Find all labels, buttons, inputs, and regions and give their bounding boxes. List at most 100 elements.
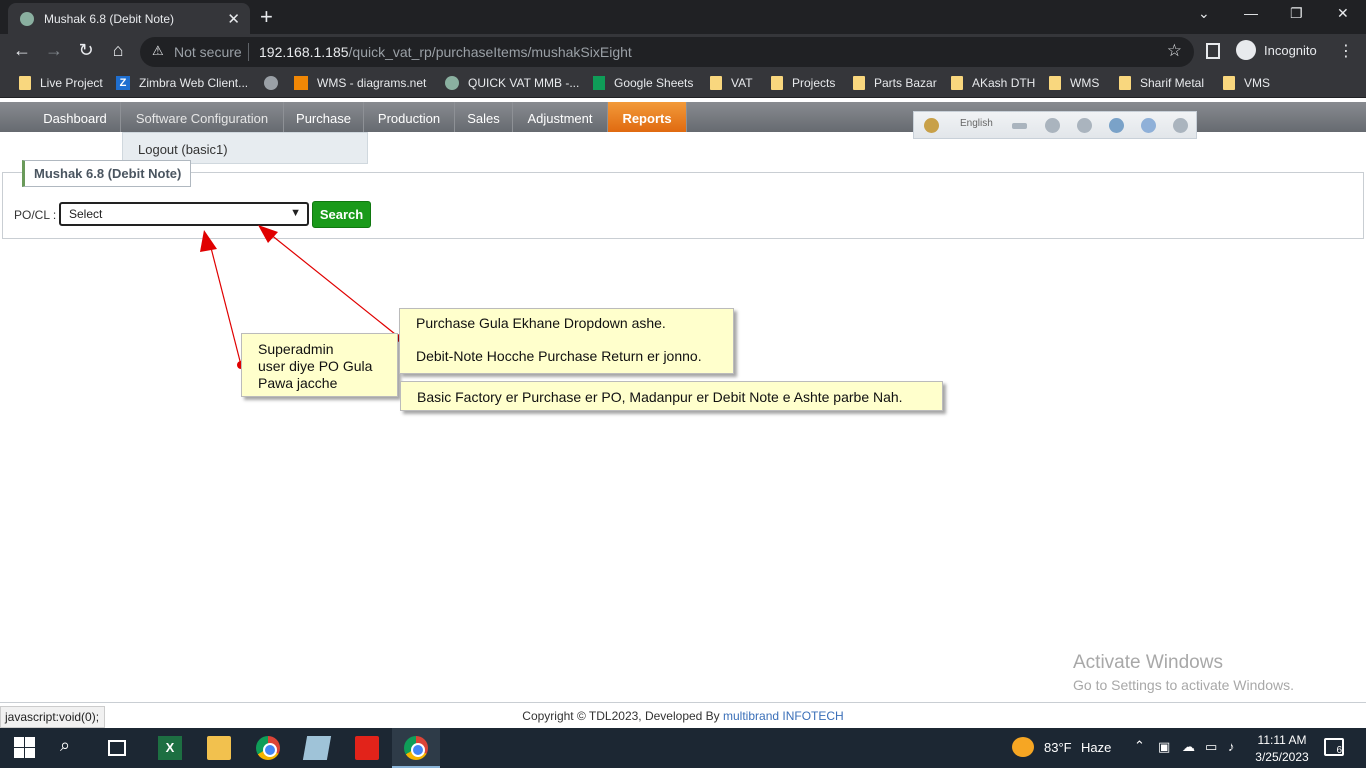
file-explorer-icon[interactable] <box>207 736 231 760</box>
chevron-down-icon[interactable]: ⌄ <box>1198 5 1210 22</box>
anydesk-icon[interactable] <box>355 736 379 760</box>
nav-purchase[interactable]: Purchase <box>284 102 364 132</box>
close-window-button[interactable]: ✕ <box>1337 5 1349 22</box>
page-footer: Copyright © TDL2023, Developed By multib… <box>0 702 1366 728</box>
user-icon[interactable] <box>1045 118 1060 133</box>
logo-icon[interactable] <box>924 118 939 133</box>
back-icon[interactable]: ← <box>10 40 34 61</box>
bookmark-vms[interactable]: VMS <box>1223 76 1270 90</box>
po-cl-select[interactable]: Select ▼ <box>59 202 309 226</box>
po-cl-label: PO/CL : <box>14 208 57 222</box>
onedrive-icon[interactable]: ☁ <box>1182 739 1195 755</box>
url-host: 192.168.1.185 <box>259 44 349 60</box>
bookmark-label: WMS <box>1070 76 1100 90</box>
bookmark-zimbra[interactable]: Z Zimbra Web Client... <box>116 76 248 90</box>
callout-line: Pawa jacche <box>258 375 338 391</box>
keyboard-icon[interactable] <box>1012 123 1027 129</box>
bookmark-label: Google Sheets <box>614 76 694 90</box>
nav-dashboard[interactable]: Dashboard <box>30 102 121 132</box>
folder-icon <box>771 76 783 90</box>
warning-icon[interactable]: ⚠ <box>152 43 164 59</box>
chrome-icon[interactable] <box>256 736 280 760</box>
bookmark-sharif-metal[interactable]: Sharif Metal <box>1119 76 1204 90</box>
weather-temperature[interactable]: 83°F <box>1044 740 1072 755</box>
bookmark-wms-diagrams[interactable]: WMS - diagrams.net <box>264 76 426 90</box>
browser-tab[interactable]: Mushak 6.8 (Debit Note) ✕ <box>8 3 250 34</box>
callout-line: user diye PO Gula <box>258 358 373 374</box>
bookmark-label: Projects <box>792 76 836 90</box>
excel-icon[interactable]: X <box>158 736 182 760</box>
chevron-up-icon[interactable]: ⌃ <box>1134 738 1145 754</box>
help-icon[interactable] <box>1141 118 1156 133</box>
folder-icon <box>1223 76 1235 90</box>
select-value: Select <box>69 207 103 221</box>
app-icon[interactable] <box>302 736 332 760</box>
clock-date: 3/25/2023 <box>1255 750 1309 764</box>
tab-title: Mushak 6.8 (Debit Note) <box>44 11 175 26</box>
bookmark-live-project[interactable]: Live Project <box>19 76 103 90</box>
bookmark-label: Live Project <box>40 76 103 90</box>
notification-icon[interactable]: 6 <box>1324 738 1344 756</box>
menu-kebab-icon[interactable]: ⋮ <box>1338 41 1354 61</box>
not-secure-label[interactable]: Not secure <box>174 44 242 60</box>
nav-adjustment[interactable]: Adjustment <box>513 102 608 132</box>
bookmark-google-sheets[interactable]: Google Sheets <box>593 76 693 90</box>
taskbar-clock[interactable]: 11:11 AM 3/25/2023 <box>1250 732 1314 766</box>
bookmark-projects[interactable]: Projects <box>771 76 835 90</box>
arrow-line <box>269 233 401 339</box>
restore-button[interactable]: ❐ <box>1290 5 1303 22</box>
bookmark-label: VMS <box>1244 76 1271 90</box>
callout-dropdown-note: Purchase Gula Ekhane Dropdown ashe. Debi… <box>399 308 734 374</box>
nav-sales[interactable]: Sales <box>455 102 513 132</box>
browser-icon[interactable] <box>1109 118 1124 133</box>
minimize-button[interactable]: — <box>1244 5 1258 21</box>
logout-menu-item[interactable]: Logout (basic1) <box>138 142 228 157</box>
nav-production[interactable]: Production <box>364 102 455 132</box>
folder-icon <box>1119 76 1131 90</box>
home-icon[interactable]: ⌂ <box>106 40 130 61</box>
reload-icon[interactable]: ↻ <box>74 40 98 61</box>
url-text[interactable]: 192.168.1.185/quick_vat_rp/purchaseItems… <box>259 44 632 60</box>
address-bar[interactable]: ⚠ Not secure 192.168.1.185/quick_vat_rp/… <box>140 37 1194 67</box>
forward-icon[interactable]: → <box>42 40 66 61</box>
callout-line: Basic Factory er Purchase er PO, Madanpu… <box>417 389 903 405</box>
chrome-incognito-icon[interactable] <box>404 736 428 760</box>
callout-superadmin: Superadmin user diye PO Gula Pawa jacche <box>241 333 398 397</box>
bookmark-parts-bazar[interactable]: Parts Bazar <box>853 76 937 90</box>
search-icon[interactable]: ⌕ <box>60 735 84 759</box>
diagrams-icon <box>294 76 308 90</box>
page-title: Mushak 6.8 (Debit Note) <box>22 160 192 187</box>
folder-icon <box>19 76 31 90</box>
watermark-subtitle: Go to Settings to activate Windows. <box>1073 677 1294 693</box>
language-select[interactable]: English <box>960 118 993 129</box>
bookmark-quick-vat[interactable]: QUICK VAT MMB -... <box>445 76 579 90</box>
side-panel-icon[interactable] <box>1206 43 1220 59</box>
footer-developer-link[interactable]: multibrand INFOTECH <box>723 709 844 723</box>
nav-software-configuration[interactable]: Software Configuration <box>121 102 284 132</box>
volume-icon[interactable]: ♪ <box>1228 739 1235 754</box>
settings-icon[interactable] <box>1077 118 1092 133</box>
nav-reports[interactable]: Reports <box>608 102 687 132</box>
close-tab-icon[interactable]: ✕ <box>227 10 240 28</box>
browser-titlebar: Mushak 6.8 (Debit Note) ✕ + ⌄ — ❐ ✕ <box>0 0 1366 34</box>
network-icon[interactable]: ▭ <box>1205 739 1217 755</box>
new-tab-button[interactable]: + <box>260 4 273 30</box>
incognito-profile[interactable]: Incognito <box>1236 40 1317 60</box>
search-button[interactable]: Search <box>312 201 371 228</box>
bookmark-label: Sharif Metal <box>1140 76 1205 90</box>
windows-start-icon[interactable] <box>13 736 37 760</box>
bookmark-star-icon[interactable]: ☆ <box>1167 41 1182 61</box>
globe-icon <box>264 76 278 90</box>
info-icon[interactable] <box>1173 118 1188 133</box>
task-view-icon[interactable] <box>108 740 126 756</box>
weather-condition[interactable]: Haze <box>1081 740 1111 755</box>
bookmark-vat[interactable]: VAT <box>710 76 753 90</box>
bookmark-akash-dth[interactable]: AKash DTH <box>951 76 1035 90</box>
meet-now-icon[interactable]: ▣ <box>1158 739 1170 755</box>
callout-line: Debit-Note Hocche Purchase Return er jon… <box>416 348 702 364</box>
folder-icon <box>710 76 722 90</box>
bookmark-label: VAT <box>731 76 753 90</box>
bookmark-wms[interactable]: WMS <box>1049 76 1099 90</box>
weather-icon[interactable] <box>1012 737 1034 757</box>
notification-count: 6 <box>1336 745 1342 756</box>
